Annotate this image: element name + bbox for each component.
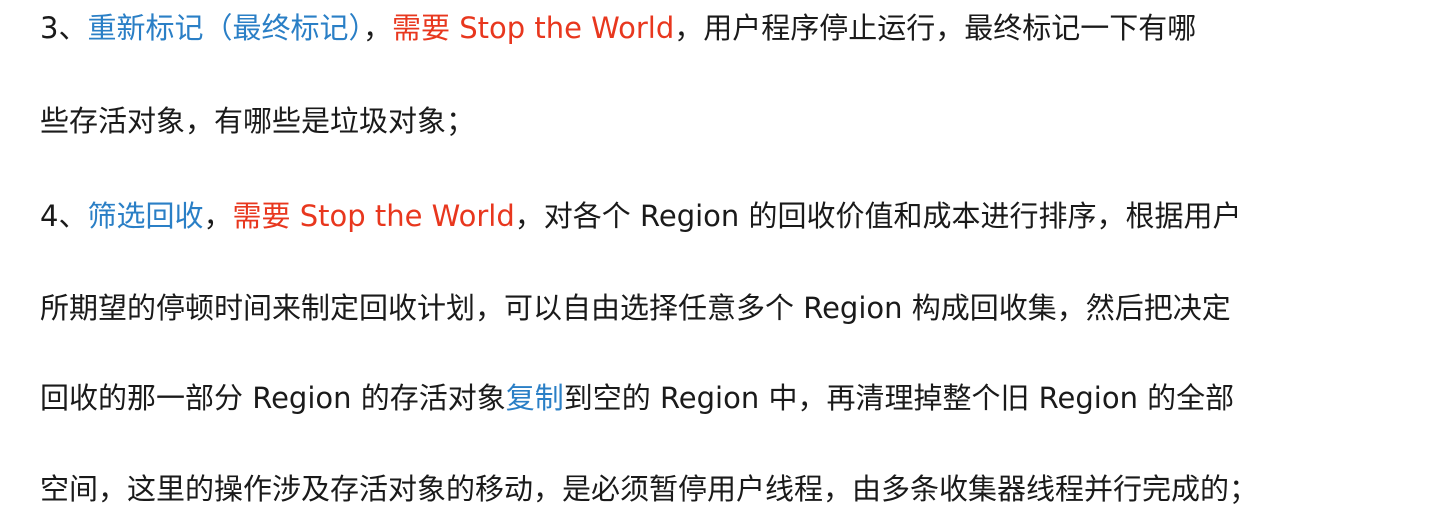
body-text: ，用户程序停止运行，最终标记一下有哪 xyxy=(674,11,1197,45)
paragraph-4-line-1: 4、筛选回收，需要 Stop the World，对各个 Region 的回收价… xyxy=(40,196,1430,236)
body-text: 所期望的停顿时间来制定回收计划，可以自由选择任意多个 Region 构成回收集，… xyxy=(40,291,1231,325)
paragraph-3-line-1: 3、重新标记（最终标记），需要 Stop the World，用户程序停止运行，… xyxy=(40,8,1430,48)
paragraph-4-line-3: 回收的那一部分 Region 的存活对象复制到空的 Region 中，再清理掉整… xyxy=(40,378,1430,418)
highlight-copy: 复制 xyxy=(505,381,564,415)
punctuation: ， xyxy=(362,11,392,45)
body-text: 回收的那一部分 Region 的存活对象 xyxy=(40,381,506,415)
phase-name-remark: 重新标记（最终标记） xyxy=(87,11,363,45)
stw-label: 需要 Stop the World xyxy=(391,11,675,45)
step-number: 4、 xyxy=(40,199,88,233)
step-number: 3、 xyxy=(40,11,88,45)
body-text: 空间，这里的操作涉及存活对象的移动，是必须暂停用户线程，由多条收集器线程并行完成… xyxy=(40,472,1259,506)
paragraph-4-line-4: 空间，这里的操作涉及存活对象的移动，是必须暂停用户线程，由多条收集器线程并行完成… xyxy=(40,469,1430,509)
paragraph-4-line-2: 所期望的停顿时间来制定回收计划，可以自由选择任意多个 Region 构成回收集，… xyxy=(40,288,1430,328)
paragraph-3-line-2: 些存活对象，有哪些是垃圾对象； xyxy=(40,101,1430,141)
body-text: 些存活对象，有哪些是垃圾对象； xyxy=(40,104,476,138)
stw-label: 需要 Stop the World xyxy=(232,199,515,233)
body-text: ，对各个 Region 的回收价值和成本进行排序，根据用户 xyxy=(514,199,1242,233)
document-page: 3、重新标记（最终标记），需要 Stop the World，用户程序停止运行，… xyxy=(0,0,1448,522)
punctuation: ， xyxy=(203,199,233,233)
phase-name-evacuation: 筛选回收 xyxy=(87,199,204,233)
body-text: 到空的 Region 中，再清理掉整个旧 Region 的全部 xyxy=(563,381,1235,415)
